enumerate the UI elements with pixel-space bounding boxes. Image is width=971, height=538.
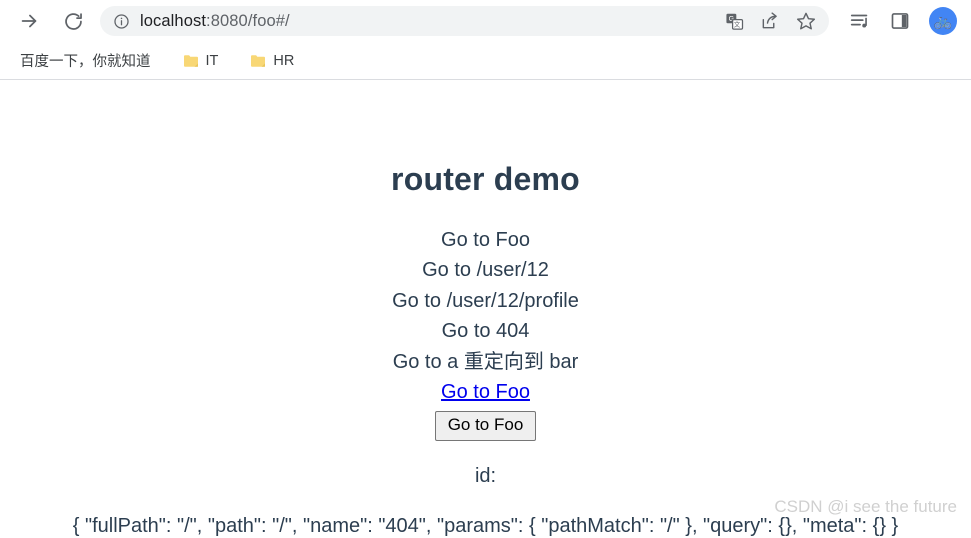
router-link-user-12-profile[interactable]: Go to /user/12/profile: [0, 286, 971, 316]
address-bar[interactable]: localhost:8080/foo#/ G 文: [100, 6, 829, 36]
share-icon[interactable]: [759, 10, 781, 32]
reload-icon: [63, 11, 84, 32]
bookmark-baidu[interactable]: 百度一下，你就知道: [12, 46, 159, 75]
browser-toolbar: localhost:8080/foo#/ G 文 🚲: [0, 0, 971, 42]
url-host: localhost: [140, 11, 207, 30]
route-json-output: { "fullPath": "/", "path": "/", "name": …: [72, 514, 899, 537]
reload-button[interactable]: [58, 6, 88, 36]
page-title: router demo: [391, 161, 580, 197]
bookmark-folder-hr[interactable]: HR: [242, 49, 302, 73]
bookmark-label: HR: [273, 52, 295, 69]
bookmark-label: IT: [205, 52, 219, 69]
url-text: localhost:8080/foo#/: [140, 12, 290, 31]
watermark: CSDN @i see the future: [774, 497, 957, 516]
bookmark-star-icon[interactable]: [795, 10, 817, 32]
router-link-redirect-bar[interactable]: Go to a 重定向到 bar: [0, 347, 971, 377]
toolbar-right-actions: 🚲: [833, 7, 963, 35]
info-circle-icon[interactable]: [112, 12, 130, 30]
forward-button[interactable]: [14, 6, 44, 36]
arrow-right-icon: [18, 10, 40, 32]
bookmark-folder-it[interactable]: IT: [175, 49, 227, 73]
folder-icon: [183, 54, 199, 68]
go-to-foo-button[interactable]: Go to Foo: [434, 411, 537, 441]
anchor-link-foo[interactable]: Go to Foo: [0, 377, 971, 407]
svg-text:文: 文: [733, 19, 740, 28]
bookmarks-bar: 百度一下，你就知道 IT HR: [0, 42, 971, 80]
profile-avatar[interactable]: 🚲: [929, 7, 957, 35]
folder-icon: [250, 54, 266, 68]
reading-list-icon[interactable]: [849, 10, 871, 32]
router-link-user-12[interactable]: Go to /user/12: [0, 255, 971, 285]
id-label: id:: [474, 464, 497, 487]
side-panel-icon[interactable]: [889, 10, 911, 32]
router-link-list: Go to Foo Go to /user/12 Go to /user/12/…: [0, 225, 971, 407]
url-path: :8080/foo#/: [206, 11, 290, 30]
omnibox-actions: G 文: [723, 10, 821, 32]
bookmark-label: 百度一下，你就知道: [20, 54, 151, 70]
translate-icon[interactable]: G 文: [723, 10, 745, 32]
router-link-404[interactable]: Go to 404: [0, 316, 971, 346]
page-content: router demo Go to Foo Go to /user/12 Go …: [0, 80, 971, 537]
button-row: Go to Foo: [0, 411, 971, 441]
bicycle-icon: 🚲: [933, 12, 953, 30]
router-link-foo[interactable]: Go to Foo: [0, 225, 971, 255]
